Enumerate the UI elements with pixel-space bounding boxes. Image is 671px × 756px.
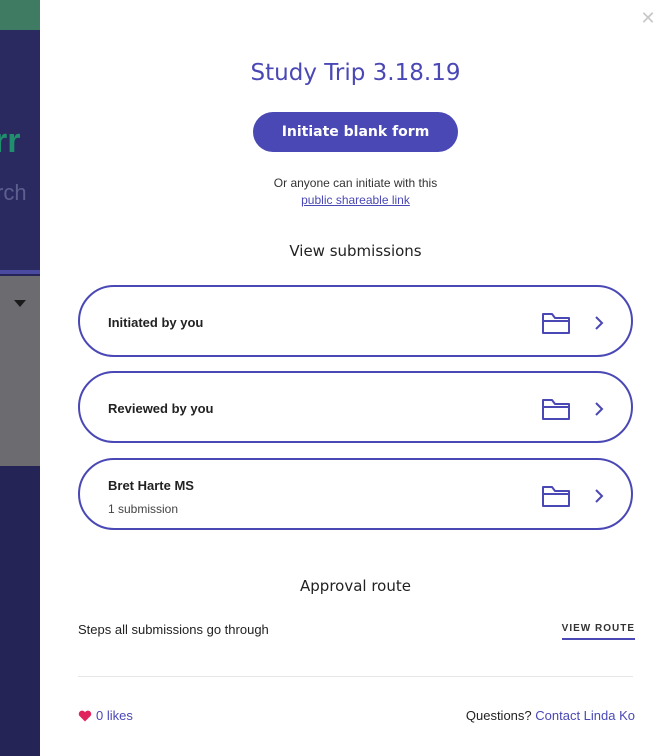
form-modal: ✕ Study Trip 3.18.19 Initiate blank form… — [40, 0, 671, 756]
questions-contact: Questions? Contact Linda Ko — [466, 708, 635, 723]
chevron-right-icon — [595, 402, 604, 416]
submissions-heading: View submissions — [289, 242, 422, 260]
chevron-right-icon — [595, 316, 604, 330]
heart-icon — [78, 710, 92, 721]
approval-route-description: Steps all submissions go through — [78, 622, 269, 637]
submission-card-reviewed[interactable]: Reviewed by you — [78, 371, 633, 443]
public-shareable-link[interactable]: public shareable link — [301, 193, 410, 207]
questions-label: Questions? — [465, 708, 532, 723]
footer-divider — [78, 676, 633, 677]
background-title-fragment: rr — [0, 122, 21, 160]
chevron-down-icon — [14, 300, 26, 307]
submission-count: 1 submission — [108, 502, 179, 516]
share-description: Or anyone can initiate with this — [273, 176, 438, 190]
submission-label: Reviewed by you — [108, 401, 214, 416]
folder-icon — [542, 399, 570, 420]
background-header — [0, 0, 40, 30]
view-route-link[interactable]: VIEW ROUTE — [561, 623, 635, 640]
close-icon[interactable]: ✕ — [639, 10, 657, 28]
chevron-right-icon — [595, 489, 604, 503]
submission-label: Bret Harte MS — [108, 478, 194, 493]
background-subtitle-fragment: rch — [0, 180, 27, 205]
approval-route-heading: Approval route — [300, 577, 411, 595]
background-dropdown-area — [0, 276, 40, 466]
submission-label: Initiated by you — [108, 315, 204, 330]
modal-title: Study Trip 3.18.19 — [250, 60, 461, 86]
submission-card-initiated[interactable]: Initiated by you — [78, 285, 633, 357]
background-app: rr rch — [0, 0, 40, 756]
share-link-container: public shareable link — [40, 193, 671, 207]
contact-link[interactable]: Contact Linda Ko — [535, 708, 635, 723]
background-divider — [0, 270, 40, 274]
submission-card-school[interactable]: Bret Harte MS 1 submission — [78, 458, 633, 530]
initiate-blank-form-button[interactable]: Initiate blank form — [253, 112, 458, 152]
likes-count: 0 likes — [96, 708, 133, 723]
folder-icon — [542, 486, 570, 507]
likes-button[interactable]: 0 likes — [78, 708, 133, 723]
folder-icon — [542, 313, 570, 334]
